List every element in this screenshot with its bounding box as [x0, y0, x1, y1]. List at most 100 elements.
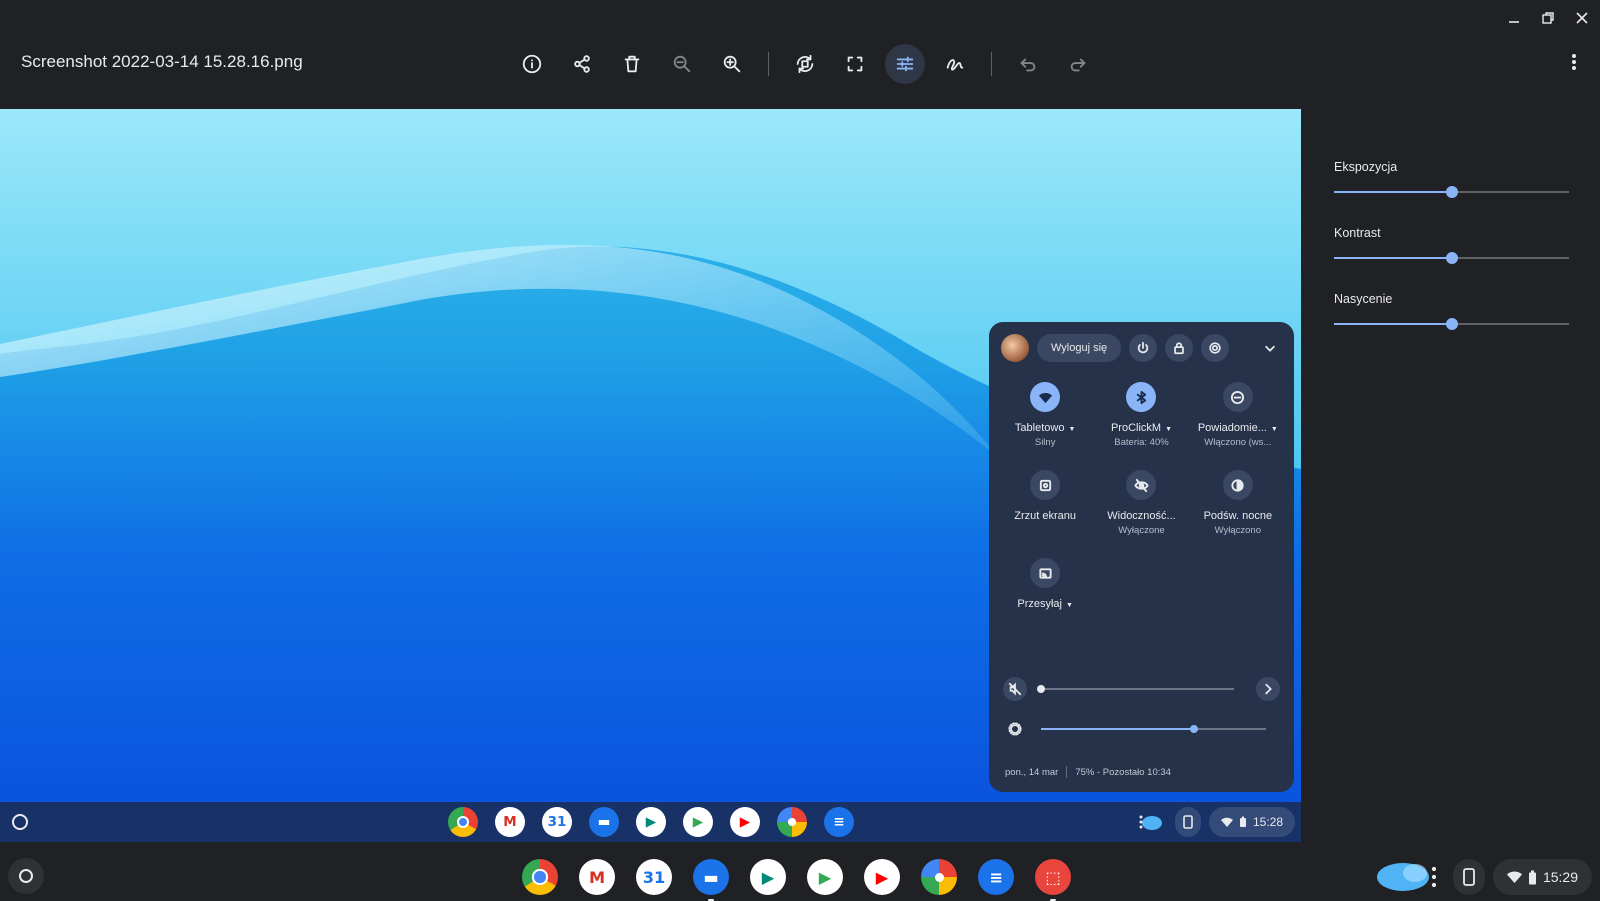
- annotate-icon[interactable]: [935, 44, 975, 84]
- visibility-off-icon[interactable]: [1126, 470, 1157, 500]
- restore-icon[interactable]: [1538, 8, 1558, 28]
- chevron-down-icon[interactable]: [1258, 336, 1282, 360]
- power-icon[interactable]: [1129, 334, 1158, 362]
- info-icon[interactable]: [512, 44, 552, 84]
- saturation-fill: [1334, 323, 1452, 325]
- photos-app-icon[interactable]: [921, 859, 957, 895]
- wifi-status-icon: [1506, 871, 1522, 883]
- file-title: Screenshot 2022-03-14 15.28.16.png: [21, 52, 303, 71]
- files-app-icon[interactable]: ▬: [589, 807, 619, 837]
- tile-screen-capture[interactable]: Zrzut ekranu: [997, 470, 1093, 536]
- date-label[interactable]: pon., 14 mar: [1005, 767, 1058, 778]
- contrast-fill: [1334, 257, 1452, 259]
- launcher-icon: [12, 814, 28, 830]
- tile-wifi[interactable]: Tabletowo ▼ Silny: [997, 382, 1093, 448]
- cast-icon[interactable]: [1030, 558, 1061, 588]
- phone-icon: [1174, 807, 1201, 837]
- screen-capture-icon[interactable]: [1030, 470, 1061, 500]
- zoom-out-icon[interactable]: [662, 44, 702, 84]
- tile-night-light[interactable]: Podśw. nocne Wyłączono: [1190, 470, 1286, 536]
- clock: 15:28: [1252, 815, 1283, 829]
- saturation-knob[interactable]: [1445, 318, 1458, 330]
- volume-muted-icon[interactable]: [1003, 677, 1027, 701]
- brightness-slider[interactable]: [1041, 725, 1266, 733]
- screenshot-shelf: M 31 ▬ ▶ ▶ ▶ ≡ 15:28: [0, 802, 1301, 842]
- sign-out-button[interactable]: Wyloguj się: [1037, 334, 1122, 362]
- youtube-app-icon[interactable]: ▶: [864, 859, 900, 895]
- more-vert-icon[interactable]: [1564, 52, 1584, 72]
- volume-slider[interactable]: [1037, 685, 1234, 693]
- gmail-app-icon[interactable]: M: [579, 859, 615, 895]
- exposure-slider[interactable]: [1334, 186, 1569, 198]
- calendar-app-icon[interactable]: 31: [636, 859, 672, 895]
- play-store-app-icon[interactable]: ▶: [683, 807, 713, 837]
- battery-status-icon: [1528, 870, 1536, 884]
- meet-app-icon[interactable]: ▶: [750, 859, 786, 895]
- tile-sublabel: Bateria: 40%: [1114, 437, 1169, 448]
- phone-icon[interactable]: [1452, 859, 1485, 895]
- tile-sublabel: Silny: [1034, 437, 1056, 448]
- saturation-control: Nasycenie: [1334, 292, 1569, 330]
- lock-icon[interactable]: [1165, 334, 1194, 362]
- system-tray-button[interactable]: 15:29: [1492, 859, 1592, 895]
- rotate-icon[interactable]: [785, 44, 825, 84]
- exposure-label: Ekspozycja: [1334, 160, 1398, 174]
- tile-sublabel: Wyłączone: [1118, 525, 1165, 536]
- bluetooth-icon[interactable]: [1126, 382, 1157, 412]
- messages-app-icon[interactable]: ≡: [824, 807, 854, 837]
- brightness-row: [1003, 715, 1280, 743]
- toolbar-divider: [768, 52, 769, 76]
- chrome-app-icon[interactable]: [522, 859, 558, 895]
- delete-icon[interactable]: [612, 44, 652, 84]
- meet-app-icon[interactable]: ▶: [636, 807, 666, 837]
- night-light-icon[interactable]: [1222, 470, 1253, 500]
- youtube-app-icon[interactable]: ▶: [730, 807, 760, 837]
- saturation-slider[interactable]: [1334, 318, 1569, 330]
- contrast-label: Kontrast: [1334, 226, 1381, 240]
- volume-row: [1003, 675, 1280, 703]
- do-not-disturb-icon[interactable]: [1222, 382, 1253, 412]
- battery-status-icon: [1239, 816, 1246, 827]
- phone-hub-button[interactable]: [1371, 859, 1445, 895]
- tile-visibility[interactable]: Widoczność... Wyłączone: [1093, 470, 1189, 536]
- minimize-icon[interactable]: [1504, 8, 1524, 28]
- volume-knob[interactable]: [1037, 685, 1045, 693]
- phone-hub-icon: [1133, 807, 1167, 837]
- tile-cast[interactable]: Przesyłaj ▼: [997, 558, 1093, 613]
- close-icon[interactable]: [1572, 8, 1592, 28]
- calendar-app-icon[interactable]: 31: [542, 807, 572, 837]
- zoom-in-icon[interactable]: [712, 44, 752, 84]
- contrast-slider[interactable]: [1334, 252, 1569, 264]
- quick-settings-header: Wyloguj się: [1001, 334, 1282, 362]
- avatar[interactable]: [1001, 334, 1029, 362]
- crop-icon[interactable]: [835, 44, 875, 84]
- tile-label: Podśw. nocne: [1203, 510, 1273, 522]
- tile-bluetooth[interactable]: ProClickM ▼ Bateria: 40%: [1093, 382, 1189, 448]
- brightness-knob[interactable]: [1190, 725, 1198, 733]
- chevron-right-icon[interactable]: [1256, 677, 1280, 701]
- window-controls: [1504, 8, 1592, 28]
- wifi-icon[interactable]: [1030, 382, 1061, 412]
- play-store-app-icon[interactable]: ▶: [807, 859, 843, 895]
- messages-app-icon[interactable]: ≡: [978, 859, 1014, 895]
- tile-label: Zrzut ekranu: [1014, 510, 1077, 522]
- files-app-icon[interactable]: ▬: [693, 859, 729, 901]
- chrome-app-icon[interactable]: [448, 807, 478, 837]
- undo-icon[interactable]: [1008, 44, 1048, 84]
- launcher-button[interactable]: [8, 858, 44, 894]
- settings-gear-icon[interactable]: [1201, 334, 1230, 362]
- photos-app-icon[interactable]: [777, 807, 807, 837]
- tile-notifications[interactable]: Powiadomie... ▼ Włączono (ws...: [1190, 382, 1286, 448]
- redo-icon[interactable]: [1058, 44, 1098, 84]
- contrast-knob[interactable]: [1445, 252, 1458, 264]
- gmail-app-icon[interactable]: M: [495, 807, 525, 837]
- tile-label: Przesyłaj ▼: [1017, 598, 1073, 610]
- adjust-icon[interactable]: [885, 44, 925, 84]
- shelf: M 31 ▬ ▶ ▶ ▶ ≡ ⬚ 15:29: [0, 855, 1600, 901]
- screenshot-app-app-icon[interactable]: ⬚: [1035, 859, 1071, 901]
- contrast-control: Kontrast: [1334, 226, 1569, 264]
- share-icon[interactable]: [562, 44, 602, 84]
- exposure-knob[interactable]: [1445, 186, 1458, 198]
- battery-status[interactable]: 75% - Pozostało 10:34: [1075, 767, 1171, 778]
- tile-label: Widoczność...: [1107, 510, 1176, 522]
